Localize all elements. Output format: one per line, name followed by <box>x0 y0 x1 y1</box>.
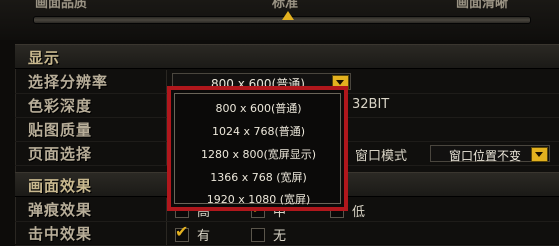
quality-slider-strip: 画面品质 标准 画面清晰 <box>0 0 559 40</box>
resolution-label: 选择分辨率 <box>28 73 109 91</box>
texture-quality-label: 贴图质量 <box>28 121 93 139</box>
color-depth-label: 色彩深度 <box>28 97 93 115</box>
row-hit-effect: 击中效果 ✔ 有 无 <box>15 222 559 246</box>
section-display-title: 显示 <box>28 49 61 67</box>
resolution-option[interactable]: 1366 x 768 (宽屏) <box>175 166 342 189</box>
resolution-option[interactable]: 1024 x 768(普通) <box>175 120 342 143</box>
bullet-effect-label: 弹痕效果 <box>28 201 93 219</box>
color-depth-value: 32BIT <box>352 97 390 112</box>
page-select-label: 页面选择 <box>28 145 93 163</box>
bullet-low-label: 低 <box>352 205 366 220</box>
resolution-option[interactable]: 1280 x 800(宽屏显示) <box>175 143 342 166</box>
chevron-down-icon <box>336 80 344 85</box>
resolution-dropdown-list: 800 x 600(普通) 1024 x 768(普通) 1280 x 800(… <box>167 86 348 211</box>
checkmark-icon: ✔ <box>175 222 189 241</box>
slider-left-label: 画面品质 <box>35 0 88 11</box>
resolution-option[interactable]: 1920 x 1080 (宽屏) <box>175 188 342 211</box>
slider-right-label: 画面清晰 <box>456 0 509 11</box>
quality-slider-thumb[interactable] <box>282 11 294 20</box>
window-mode-select[interactable]: 窗口位置不变 <box>430 145 550 163</box>
chevron-down-icon <box>535 152 543 157</box>
window-mode-value: 窗口位置不变 <box>449 149 522 163</box>
section-display: 显示 <box>15 44 559 69</box>
hit-yes-label: 有 <box>197 229 211 244</box>
section-effects-title: 画面效果 <box>28 177 93 195</box>
hit-no-label: 无 <box>273 229 287 244</box>
window-mode-label: 窗口模式 <box>355 149 408 164</box>
hit-effect-label: 击中效果 <box>28 225 93 243</box>
hit-no-checkbox[interactable] <box>251 228 265 242</box>
slider-mid-label: 标准 <box>272 0 299 11</box>
resolution-option[interactable]: 800 x 600(普通) <box>175 97 342 120</box>
window-mode-dropdown-button[interactable] <box>531 147 548 162</box>
